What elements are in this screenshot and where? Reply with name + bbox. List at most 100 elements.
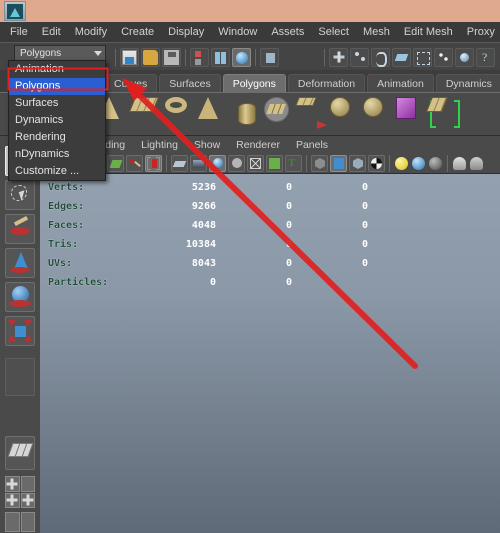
xray-joints-icon[interactable]: T	[285, 155, 302, 172]
panel-menu-renderer[interactable]: Renderer	[228, 136, 288, 154]
menu-item-modify[interactable]: Modify	[68, 22, 114, 42]
paint-select-tool[interactable]	[5, 214, 35, 244]
hud-tris-selected: 0	[285, 239, 292, 250]
poly-plane-icon[interactable]	[128, 97, 164, 131]
light-swatch-yellow[interactable]	[395, 157, 408, 170]
maya-application-window: File Edit Modify Create Display Window A…	[0, 0, 500, 533]
four-view-layout-icon[interactable]	[5, 476, 20, 492]
shelf-tab-surfaces[interactable]: Surfaces	[159, 74, 221, 92]
menu-item-mesh[interactable]: Mesh	[356, 22, 397, 42]
outliner-persp-layout-icon[interactable]	[20, 476, 35, 492]
viewport-panel[interactable]: View Shading Lighting Show Renderer Pane…	[40, 136, 500, 533]
layout-row-buttons[interactable]	[5, 512, 35, 532]
poly-sculpt-icon[interactable]	[425, 97, 461, 131]
bounding-box-icon[interactable]	[330, 155, 347, 172]
shelf-tab-polygons[interactable]: Polygons	[222, 74, 286, 92]
menu-item-window[interactable]: Window	[211, 22, 264, 42]
use-all-lights-icon[interactable]	[228, 155, 245, 172]
shelf-tab-dynamics[interactable]: Dynamics	[435, 74, 500, 92]
render-view-icon[interactable]	[434, 47, 453, 67]
grease-pencil-icon[interactable]	[145, 155, 162, 172]
wireframe-icon[interactable]	[171, 155, 188, 172]
persp-only-layout-icon[interactable]	[20, 512, 35, 532]
hud-label-verts: Verts:	[48, 182, 85, 193]
dropdown-item-polygons[interactable]: Polygons	[9, 78, 105, 95]
rotate-tool[interactable]	[5, 282, 35, 312]
dropdown-item-ndynamics[interactable]: nDynamics	[9, 146, 105, 163]
dropdown-item-customize[interactable]: Customize ...	[9, 163, 105, 180]
hardware-texture-icon[interactable]	[209, 155, 226, 172]
outliner-only-layout-icon[interactable]	[5, 512, 20, 532]
menu-item-proxy[interactable]: Proxy	[460, 22, 500, 42]
persp-graph-layout-icon[interactable]	[5, 492, 20, 508]
dropdown-item-dynamics[interactable]: Dynamics	[9, 112, 105, 129]
layout-quad-buttons[interactable]	[5, 476, 35, 508]
poly-combine-icon[interactable]	[295, 97, 329, 131]
open-scene-icon[interactable]	[141, 47, 160, 67]
snap-to-point-icon[interactable]	[350, 47, 369, 67]
panel-menu-lighting[interactable]: Lighting	[133, 136, 186, 154]
hud-label-tris: Tris:	[48, 239, 79, 250]
menu-item-edit-mesh[interactable]: Edit Mesh	[397, 22, 460, 42]
shelf-tab-curves[interactable]: Curves	[104, 74, 158, 92]
scale-tool[interactable]	[5, 316, 35, 346]
poly-pyramid-icon[interactable]	[198, 97, 230, 131]
select-by-object-icon[interactable]	[211, 47, 230, 67]
two-d-pan-zoom-icon[interactable]	[126, 155, 143, 172]
smooth-shade-icon[interactable]	[190, 155, 207, 172]
menu-item-assets[interactable]: Assets	[264, 22, 311, 42]
show-manipulator-icon[interactable]	[413, 47, 432, 67]
hw-render-2-icon[interactable]	[470, 157, 483, 170]
hw-render-icon[interactable]	[453, 157, 466, 170]
ipr-render-icon[interactable]	[455, 47, 474, 67]
menu-item-edit[interactable]: Edit	[35, 22, 68, 42]
menu-item-select[interactable]: Select	[311, 22, 356, 42]
new-scene-icon[interactable]	[120, 47, 139, 67]
hypershade-persp-layout-icon[interactable]	[20, 492, 35, 508]
isolate-select-icon[interactable]	[311, 155, 328, 172]
maya-app-icon[interactable]	[4, 1, 26, 21]
poly-pipe-icon[interactable]	[231, 97, 263, 131]
shadows-icon[interactable]	[247, 155, 264, 172]
dropdown-item-surfaces[interactable]: Surfaces	[9, 95, 105, 112]
smooth-wire-icon[interactable]	[368, 155, 385, 172]
select-by-component-icon[interactable]	[232, 47, 251, 67]
hud-label-faces: Faces:	[48, 220, 85, 231]
snap-to-curve-icon[interactable]	[329, 47, 348, 67]
menu-set-dropdown-list[interactable]: Animation Polygons Surfaces Dynamics Ren…	[8, 60, 106, 181]
toolbar-separator	[112, 48, 119, 67]
menu-item-display[interactable]: Display	[161, 22, 211, 42]
hud-row-faces: Faces: 4048 0 0	[48, 216, 378, 235]
panel-menu-show[interactable]: Show	[186, 136, 228, 154]
dropdown-item-animation[interactable]: Animation	[9, 61, 105, 78]
save-scene-icon[interactable]	[162, 47, 181, 67]
hud-particles-selected: 0	[285, 277, 292, 288]
soft-select-tool[interactable]	[5, 358, 35, 396]
poly-smooth-icon[interactable]	[330, 97, 362, 131]
poly-disc-icon[interactable]	[264, 97, 296, 131]
hud-faces-selected: 0	[285, 220, 292, 231]
light-swatch-blue[interactable]	[412, 157, 425, 170]
flat-shade-icon[interactable]	[349, 155, 366, 172]
shelf-tab-deformation[interactable]: Deformation	[287, 74, 366, 92]
shelf-tab-animation[interactable]: Animation	[367, 74, 434, 92]
light-swatch-grey[interactable]	[429, 157, 442, 170]
snap-to-view-plane-icon[interactable]	[371, 47, 390, 67]
snap-to-grid-icon[interactable]	[260, 47, 279, 67]
poly-torus-icon[interactable]	[165, 97, 197, 131]
single-perspective-view-icon[interactable]	[5, 436, 35, 470]
help-icon[interactable]: ?	[476, 47, 495, 67]
image-plane-icon[interactable]	[107, 155, 124, 172]
menu-item-file[interactable]: File	[0, 22, 35, 42]
lasso-select-tool[interactable]	[5, 180, 35, 210]
poly-booleans-icon[interactable]	[396, 97, 428, 131]
menu-item-create[interactable]: Create	[114, 22, 161, 42]
move-tool[interactable]	[5, 248, 35, 278]
chevron-down-icon[interactable]	[94, 51, 102, 56]
dropdown-item-rendering[interactable]: Rendering	[9, 129, 105, 146]
make-live-icon[interactable]	[392, 47, 411, 67]
poly-sphere-icon[interactable]	[363, 97, 395, 131]
select-by-hierarchy-icon[interactable]	[190, 47, 209, 67]
panel-menu-panels[interactable]: Panels	[288, 136, 336, 154]
xray-icon[interactable]	[266, 155, 283, 172]
